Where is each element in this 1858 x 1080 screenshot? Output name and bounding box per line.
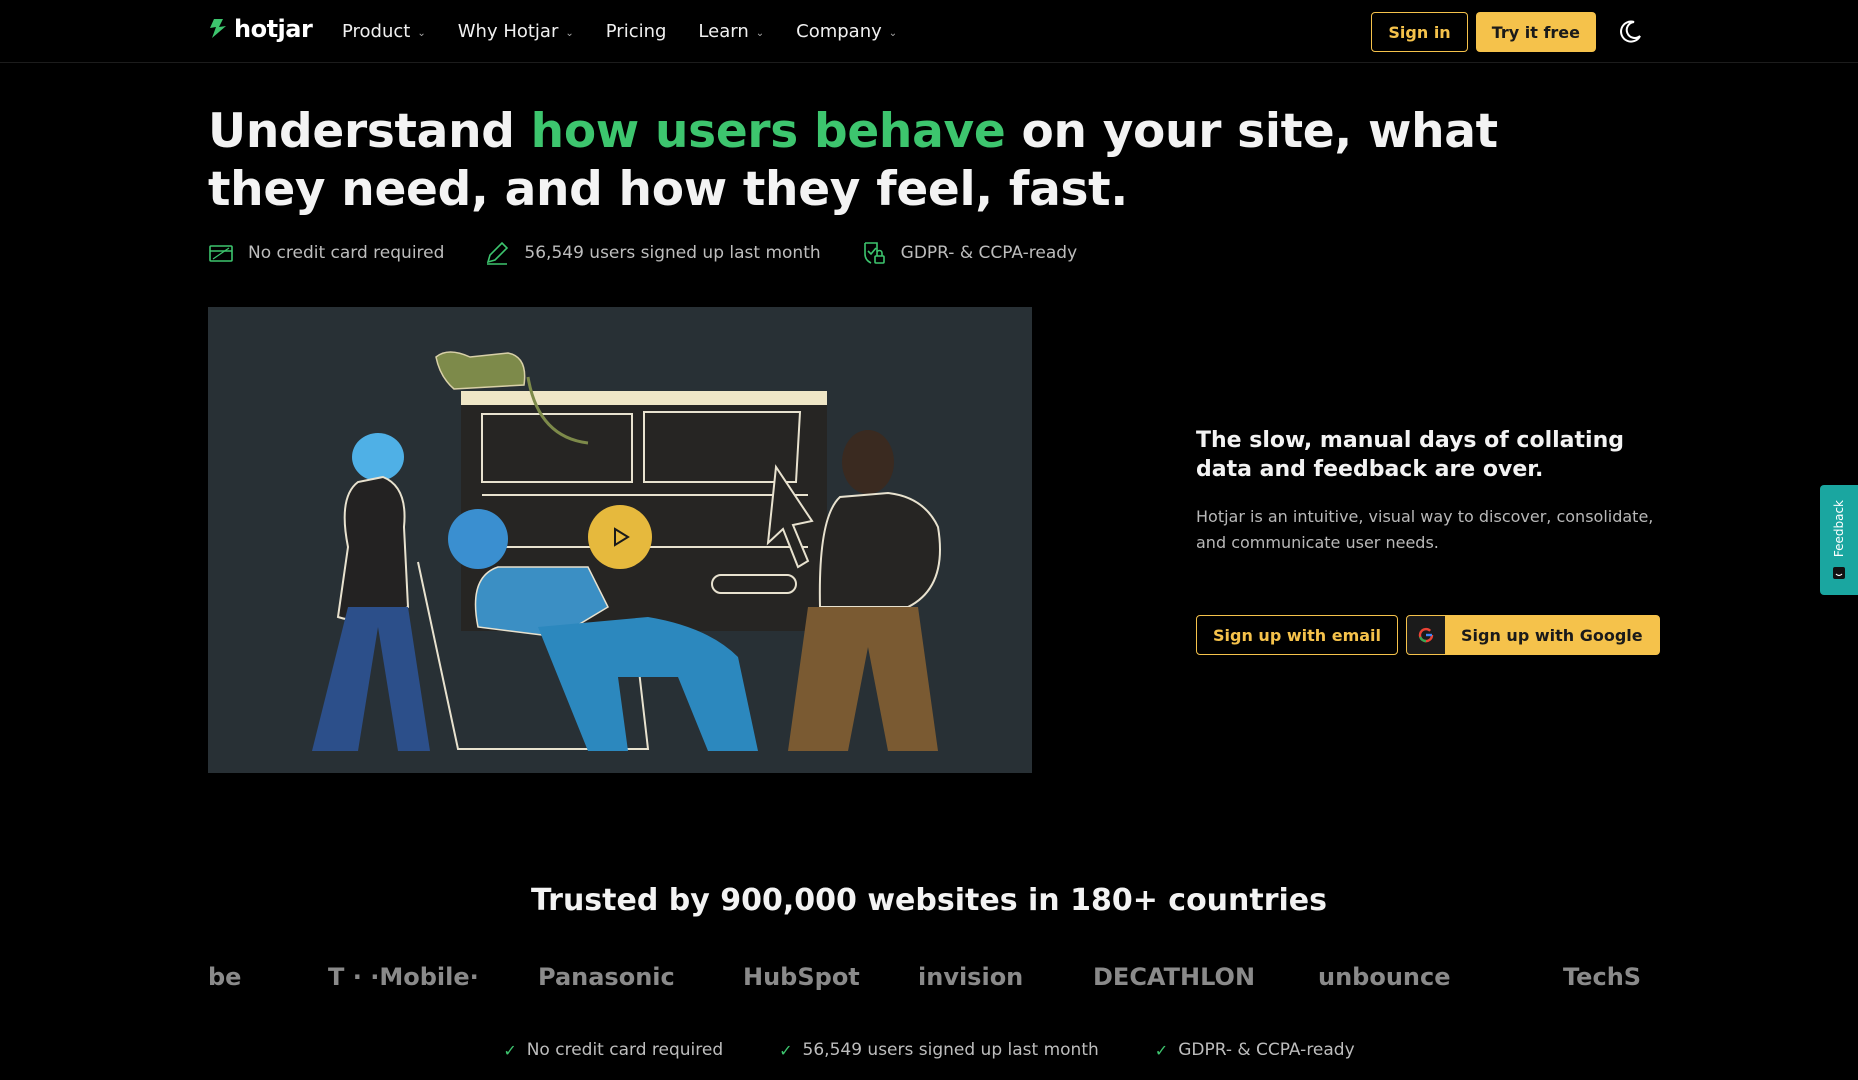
menu-learn-label: Learn: [698, 21, 749, 42]
signup-google-button[interactable]: Sign up with Google: [1406, 615, 1660, 655]
logo-partial-left: be: [208, 963, 242, 991]
hero-video[interactable]: [208, 307, 1032, 773]
side-body: Hotjar is an intuitive, visual way to di…: [1196, 507, 1654, 552]
hero-headline: Understand how users behave on your site…: [208, 103, 1508, 219]
sign-in-button[interactable]: Sign in: [1371, 12, 1468, 52]
chevron-down-icon: ⌄: [888, 27, 898, 39]
badge-users-signed-up: 56,549 users signed up last month: [484, 240, 821, 266]
badge-text: No credit card required: [248, 243, 445, 263]
badge-text: 56,549 users signed up last month: [524, 243, 821, 263]
logo-decathlon: DECATHLON: [1093, 963, 1256, 991]
logo-partial-right: TechS: [1563, 963, 1642, 991]
shield-lock-icon: [863, 242, 885, 264]
logo-tmobile: T · ·Mobile·: [328, 963, 479, 991]
check-icon: ✓: [503, 1040, 517, 1060]
hero-badges: No credit card required 56,549 users sig…: [208, 240, 1077, 266]
check-icon: ✓: [779, 1040, 793, 1060]
pencil-icon: [487, 241, 509, 265]
theme-toggle-button[interactable]: [1610, 12, 1650, 52]
play-button[interactable]: [588, 505, 652, 569]
chevron-down-icon: ⌄: [755, 27, 765, 39]
feedback-smile-icon: [1833, 566, 1845, 579]
customer-logos: be T · ·Mobile· Panasonic HubSpot invisi…: [208, 955, 1650, 1003]
menu-product-label: Product: [342, 21, 411, 42]
hotjar-flame-icon: [210, 19, 226, 38]
hotjar-logo[interactable]: hotjar: [208, 15, 313, 43]
bottom-badge-text: No credit card required: [526, 1040, 724, 1060]
moon-icon: [1620, 20, 1641, 43]
bottom-badge-text: 56,549 users signed up last month: [802, 1040, 1099, 1060]
feedback-tab[interactable]: Feedback: [1820, 485, 1858, 595]
chevron-down-icon: ⌄: [565, 27, 574, 39]
menu-company-label: Company: [796, 21, 882, 42]
signup-google-label: Sign up with Google: [1461, 625, 1643, 645]
badge-text: GDPR- & CCPA-ready: [900, 243, 1078, 263]
menu-why-hotjar[interactable]: Why Hotjar ⌄: [458, 21, 574, 42]
check-icon: ✓: [1154, 1040, 1169, 1060]
trusted-heading: Trusted by 900,000 websites in 180+ coun…: [530, 883, 1328, 918]
signup-email-button[interactable]: Sign up with email: [1196, 615, 1398, 655]
side-title: The slow, manual days of collating data …: [1196, 428, 1624, 482]
nav-actions: Sign in Try it free: [1371, 12, 1650, 52]
try-free-button[interactable]: Try it free: [1475, 12, 1596, 52]
badge-gdpr: GDPR- & CCPA-ready: [861, 240, 1077, 266]
brand-name: hotjar: [234, 15, 313, 43]
chevron-down-icon: ⌄: [417, 27, 426, 39]
google-icon: [1407, 616, 1445, 654]
top-nav: hotjar Product ⌄ Why Hotjar ⌄ Pricing Le…: [0, 0, 1858, 63]
menu-product[interactable]: Product ⌄: [342, 21, 426, 42]
bottom-badge-users: ✓ 56,549 users signed up last month: [779, 1040, 1099, 1060]
logo-hubspot: HubSpot: [743, 963, 860, 991]
menu-pricing[interactable]: Pricing: [606, 21, 667, 42]
headline-part-1: Understand: [208, 104, 531, 159]
logo-invision: invision: [918, 963, 1024, 991]
bottom-badges: ✓ No credit card required ✓ 56,549 users…: [0, 1040, 1858, 1060]
bottom-badge-text: GDPR- & CCPA-ready: [1178, 1040, 1355, 1060]
main-menu: Product ⌄ Why Hotjar ⌄ Pricing Learn ⌄ C…: [342, 0, 897, 63]
logo-panasonic: Panasonic: [538, 963, 675, 991]
menu-company[interactable]: Company ⌄: [796, 21, 897, 42]
headline-accent: how users behave: [530, 104, 1006, 159]
badge-no-credit-card: No credit card required: [208, 240, 444, 266]
bottom-badge-gdpr: ✓ GDPR- & CCPA-ready: [1155, 1040, 1355, 1060]
hero-side-copy: The slow, manual days of collating data …: [1196, 426, 1666, 556]
credit-card-icon: [209, 245, 233, 262]
bottom-badge-no-credit-card: ✓ No credit card required: [503, 1040, 723, 1060]
feedback-label: Feedback: [1832, 500, 1846, 558]
signup-buttons: Sign up with email Sign up with Google: [1196, 615, 1660, 655]
menu-why-hotjar-label: Why Hotjar: [457, 21, 559, 42]
menu-pricing-label: Pricing: [605, 21, 667, 42]
menu-learn[interactable]: Learn ⌄: [698, 21, 764, 42]
logo-unbounce: unbounce: [1318, 963, 1451, 991]
play-icon: [614, 527, 630, 547]
